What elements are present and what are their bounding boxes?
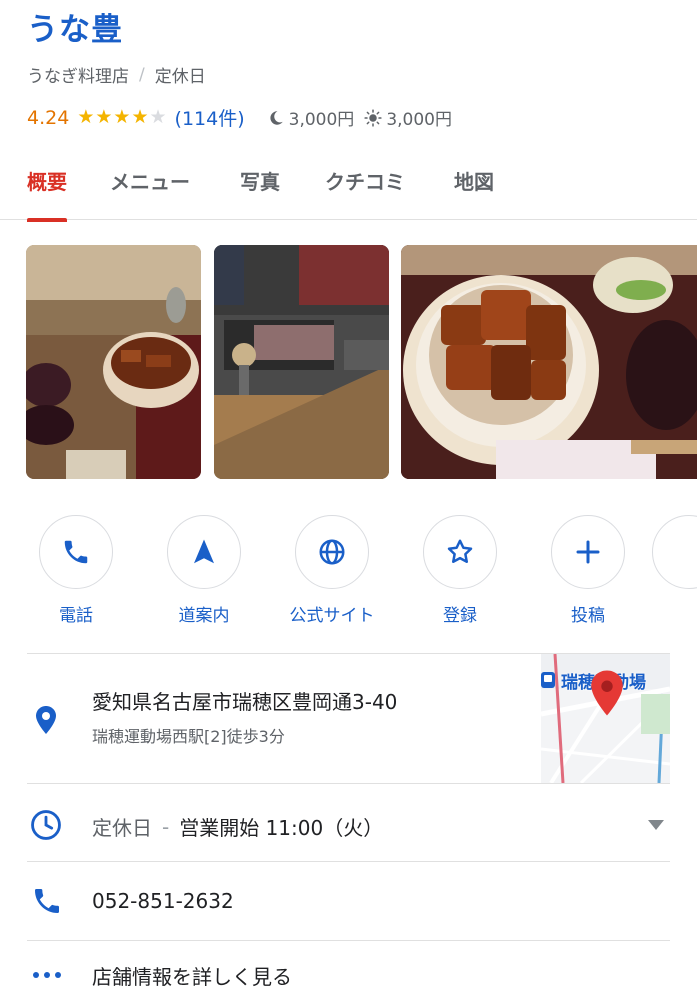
more-dots-icon [33, 972, 61, 978]
website-circle[interactable] [295, 515, 369, 589]
directions-circle[interactable] [167, 515, 241, 589]
photo-1[interactable] [26, 245, 201, 479]
moon-icon [270, 110, 283, 125]
grill-photo [214, 245, 389, 479]
photo-carousel[interactable] [0, 245, 697, 479]
mini-map[interactable]: 瑞穂運動場 [541, 654, 670, 783]
status-label: 定休日 [154, 67, 206, 87]
clock-icon [31, 810, 61, 840]
tab-photos[interactable]: 写真 [240, 166, 280, 220]
more-info-link[interactable]: 店舗情報を詳しく見る [92, 961, 292, 990]
sun-icon [364, 108, 382, 127]
globe-icon [319, 539, 345, 565]
divider [27, 940, 670, 941]
rating-score: 4.24 [27, 106, 70, 129]
call-button[interactable]: 電話 [12, 515, 140, 626]
save-circle[interactable] [423, 515, 497, 589]
action-bar: 電話 道案内 公式サイト 登録 投稿 [0, 515, 697, 635]
hours-status: 定休日 [92, 816, 152, 840]
tab-bar: 概要 メニュー 写真 クチコミ 地図 [0, 152, 697, 222]
star-icon: ★ [95, 106, 113, 128]
hours-next-open: 営業開始 11:00（火） [179, 816, 384, 840]
place-title: うな豊 [27, 12, 123, 48]
star-icon: ★ [113, 106, 131, 128]
more-action-button[interactable] [652, 515, 697, 589]
plus-icon [576, 540, 600, 564]
tab-reviews[interactable]: クチコミ [325, 166, 405, 220]
post-circle[interactable] [551, 515, 625, 589]
lunch-price-value: 3,000円 [386, 110, 452, 130]
star-outline-icon [447, 539, 473, 563]
dinner-price-value: 3,000円 [288, 110, 355, 130]
save-label: 登録 [443, 606, 477, 626]
lunch-price: 3,000円 [364, 105, 452, 130]
place-subtitle: うなぎ料理店 / 定休日 [27, 62, 206, 88]
review-count-link[interactable]: (114件) [175, 104, 245, 131]
place-panel: うな豊 うなぎ料理店 / 定休日 4.24 ★ ★ ★ ★ ★ (114件) 3… [0, 0, 697, 1000]
station-text: 瑞穂運動場西駅[2]徒歩3分 [92, 727, 285, 746]
tab-overview[interactable]: 概要 [27, 166, 67, 222]
call-circle[interactable] [39, 515, 113, 589]
unadon-photo [401, 245, 697, 479]
address-text[interactable]: 愛知県名古屋市瑞穂区豊岡通3-40 [92, 686, 397, 715]
caret-down-icon[interactable] [646, 818, 666, 832]
navigation-icon [194, 539, 214, 564]
tab-menu[interactable]: メニュー [110, 166, 190, 220]
eel-bowl-photo [26, 245, 201, 479]
post-label: 投稿 [571, 606, 605, 626]
star-rating: ★ ★ ★ ★ ★ [77, 108, 166, 127]
divider [27, 861, 670, 862]
website-label: 公式サイト [289, 606, 375, 626]
call-label: 電話 [59, 606, 93, 626]
tab-map[interactable]: 地図 [454, 166, 494, 220]
more-action-circle[interactable] [652, 515, 697, 589]
photo-2[interactable] [214, 245, 389, 479]
rating-row: 4.24 ★ ★ ★ ★ ★ (114件) 3,000円 3,000円 [27, 104, 462, 131]
map-marker-icon [591, 670, 623, 716]
star-icon: ★ [131, 106, 149, 128]
divider [27, 783, 670, 784]
location-pin-icon [36, 706, 56, 734]
photo-3[interactable] [401, 245, 697, 479]
phone-icon [64, 540, 88, 564]
category-label: うなぎ料理店 [27, 67, 129, 87]
separator: / [139, 64, 145, 85]
phone-icon [35, 889, 59, 913]
star-icon: ★ [77, 106, 95, 128]
directions-label: 道案内 [178, 606, 230, 626]
phone-number[interactable]: 052-851-2632 [92, 889, 234, 913]
star-empty-icon: ★ [149, 106, 167, 128]
directions-button[interactable]: 道案内 [140, 515, 268, 626]
hours-row[interactable]: 定休日 - 営業開始 11:00（火） [92, 812, 383, 841]
post-button[interactable]: 投稿 [524, 515, 652, 626]
save-button[interactable]: 登録 [396, 515, 524, 626]
hours-dash: - [162, 814, 170, 839]
website-button[interactable]: 公式サイト [268, 515, 396, 626]
dinner-price: 3,000円 [267, 105, 355, 130]
